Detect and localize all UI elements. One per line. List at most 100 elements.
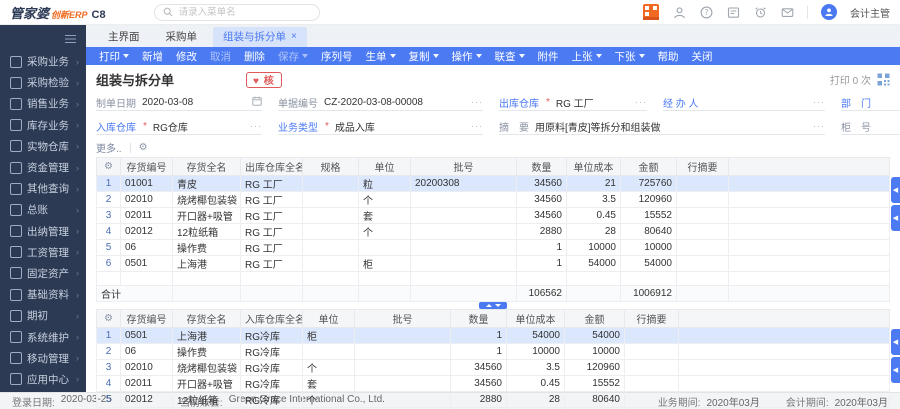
column-header-数量[interactable]: 数量 xyxy=(450,309,507,328)
grid-cell[interactable]: 0501 xyxy=(120,327,173,344)
help-icon[interactable]: ? xyxy=(699,5,713,19)
grid-cell[interactable] xyxy=(676,175,729,192)
grid-cell[interactable] xyxy=(676,223,729,240)
grid-cell[interactable]: 烧烤椰包装袋 xyxy=(172,359,241,376)
grid-cell[interactable]: 套 xyxy=(302,375,355,392)
column-header-单位成本[interactable]: 单位成本 xyxy=(566,157,621,176)
grid-settings-header[interactable]: ⚙ xyxy=(96,157,121,176)
grid-cell[interactable]: RG冷库 xyxy=(240,375,303,392)
grid-cell[interactable]: 54000 xyxy=(564,327,625,344)
column-header-行摘要[interactable]: 行摘要 xyxy=(624,309,679,328)
grid-cell[interactable] xyxy=(354,391,451,408)
grid-cell[interactable] xyxy=(516,271,567,286)
grid-cell[interactable]: 54000 xyxy=(566,255,621,272)
sidebar-item-sales-business[interactable]: 销售业务 › xyxy=(0,93,86,114)
column-header-批号[interactable]: 批号 xyxy=(410,157,517,176)
sidebar-item-basic-data[interactable]: 基础资料 › xyxy=(0,284,86,305)
grid-cell[interactable] xyxy=(354,359,451,376)
column-header-单位[interactable]: 单位 xyxy=(302,309,355,328)
sidebar-item-purchase-business[interactable]: 采购业务 › xyxy=(0,51,86,72)
sidebar-item-app-center[interactable]: 应用中心 › xyxy=(0,369,86,390)
sidebar-item-other-query[interactable]: 其他查询 › xyxy=(0,178,86,199)
toolbar-button-附件[interactable]: 附件 xyxy=(538,49,559,64)
grid-cell[interactable]: RG冷库 xyxy=(240,391,303,408)
column-header-行摘要[interactable]: 行摘要 xyxy=(676,157,729,176)
table-row[interactable]: 2 02010 烧烤椰包装袋 RG 工厂 个 34560 3.5 120960 xyxy=(96,191,890,208)
grid-cell[interactable] xyxy=(624,343,679,360)
column-header-批号[interactable]: 批号 xyxy=(354,309,451,328)
table-row[interactable]: 1 0501 上海港 RG冷库柜 1 54000 54000 xyxy=(96,327,890,344)
toolbar-button-修改[interactable]: 修改 xyxy=(176,49,197,64)
field-业务类型[interactable]: 业务类型 * 成品入库 ··· xyxy=(278,118,483,135)
grid-side-panel-tab[interactable]: ◀ xyxy=(891,205,900,231)
grid-side-panel-tab[interactable]: ◀ xyxy=(891,329,900,355)
table-row[interactable]: 1 01001 青皮 RG 工厂 粒 20200308 34560 21 725760 xyxy=(96,175,890,192)
sidebar-item-physical-warehouse[interactable]: 实物仓库 › xyxy=(0,136,86,157)
grid-cell[interactable] xyxy=(410,207,517,224)
field-more-button[interactable]: ··· xyxy=(635,97,647,107)
grid-cell[interactable] xyxy=(676,207,729,224)
grid-cell[interactable]: RG冷库 xyxy=(240,359,303,376)
grid-cell[interactable] xyxy=(302,191,359,208)
grid-cell[interactable]: 15552 xyxy=(564,375,625,392)
field-value[interactable]: 用原料[青皮]等拆分和组装做 xyxy=(535,119,807,134)
grid-cell[interactable] xyxy=(410,191,517,208)
grid-splitter[interactable] xyxy=(86,302,900,309)
tab-主界面[interactable]: 主界面 xyxy=(98,27,150,47)
grid-cell[interactable]: RG 工厂 xyxy=(240,223,303,240)
grid-cell[interactable] xyxy=(624,359,679,376)
grid-cell[interactable]: 个 xyxy=(302,359,355,376)
field-more-button[interactable]: ··· xyxy=(813,121,825,131)
grid-cell[interactable]: RG 工厂 xyxy=(240,255,303,272)
column-header-数量[interactable]: 数量 xyxy=(516,157,567,176)
grid-cell[interactable] xyxy=(624,375,679,392)
grid-cell[interactable] xyxy=(676,191,729,208)
grid-cell[interactable]: 3.5 xyxy=(566,191,621,208)
grid-cell[interactable] xyxy=(676,271,729,286)
empty-row[interactable] xyxy=(96,271,890,286)
grid-settings-icon[interactable]: ⚙ xyxy=(104,313,113,324)
column-header-出库仓库全名[interactable]: 出库仓库全名 xyxy=(240,157,303,176)
field-value[interactable]: CZ-2020-03-08-00008 xyxy=(324,97,465,108)
field-value[interactable]: RG仓库 xyxy=(153,119,244,134)
grid-cell[interactable]: 套 xyxy=(358,207,411,224)
field-制单日期[interactable]: 制单日期 2020-03-08 xyxy=(96,94,262,111)
grid-cell[interactable] xyxy=(410,271,517,286)
grid-cell[interactable]: 06 xyxy=(120,343,173,360)
sidebar-item-fund-management[interactable]: 资金管理 › xyxy=(0,157,86,178)
toolbar-button-打印[interactable]: 打印 xyxy=(99,49,129,64)
grid-cell[interactable] xyxy=(620,271,677,286)
toolbar-button-生单[interactable]: 生单 xyxy=(366,49,396,64)
sidebar-item-inventory-business[interactable]: 库存业务 › xyxy=(0,115,86,136)
grid-cell[interactable] xyxy=(302,343,355,360)
grid-cell[interactable]: 120960 xyxy=(564,359,625,376)
column-header-存货编号[interactable]: 存货编号 xyxy=(120,309,173,328)
sidebar-item-purchase-inspection[interactable]: 采购检验 › xyxy=(0,72,86,93)
field-入库仓库[interactable]: 入库仓库 * RG仓库 ··· xyxy=(96,118,262,135)
grid-side-panel-tab[interactable]: ◀ xyxy=(891,177,900,203)
grid-cell[interactable]: 柜 xyxy=(302,327,355,344)
grid-cell[interactable] xyxy=(120,271,173,286)
grid-cell[interactable] xyxy=(566,271,621,286)
grid-cell[interactable]: 02010 xyxy=(120,359,173,376)
search-input[interactable] xyxy=(176,5,313,19)
grid-cell[interactable] xyxy=(354,327,451,344)
table-row[interactable]: 3 02011 开口器+吸管 RG 工厂 套 34560 0.45 15552 xyxy=(96,207,890,224)
table-row[interactable]: 4 02012 12粒纸箱 RG 工厂 个 2880 28 80640 xyxy=(96,223,890,240)
toolbar-button-新增[interactable]: 新增 xyxy=(142,49,163,64)
grid-cell[interactable]: 青皮 xyxy=(172,175,241,192)
sidebar-item-mobile-management[interactable]: 移动管理 › xyxy=(0,348,86,369)
toolbar-button-删除[interactable]: 删除 xyxy=(244,49,265,64)
grid-cell[interactable] xyxy=(410,239,517,256)
grid-cell[interactable] xyxy=(302,239,359,256)
grid-cell[interactable]: 粒 xyxy=(358,175,411,192)
user-role-label[interactable]: 会计主管 xyxy=(850,5,890,20)
sidebar-item-fixed-assets[interactable]: 固定资产 › xyxy=(0,263,86,284)
grid-cell[interactable]: 06 xyxy=(120,239,173,256)
grid-cell[interactable] xyxy=(302,255,359,272)
column-header-单位[interactable]: 单位 xyxy=(358,157,411,176)
grid-cell[interactable]: 725760 xyxy=(620,175,677,192)
menu-search-box[interactable] xyxy=(153,3,320,21)
column-header-存货全名[interactable]: 存货全名 xyxy=(172,309,241,328)
sidebar-item-cashier-management[interactable]: 出纳管理 › xyxy=(0,221,86,242)
